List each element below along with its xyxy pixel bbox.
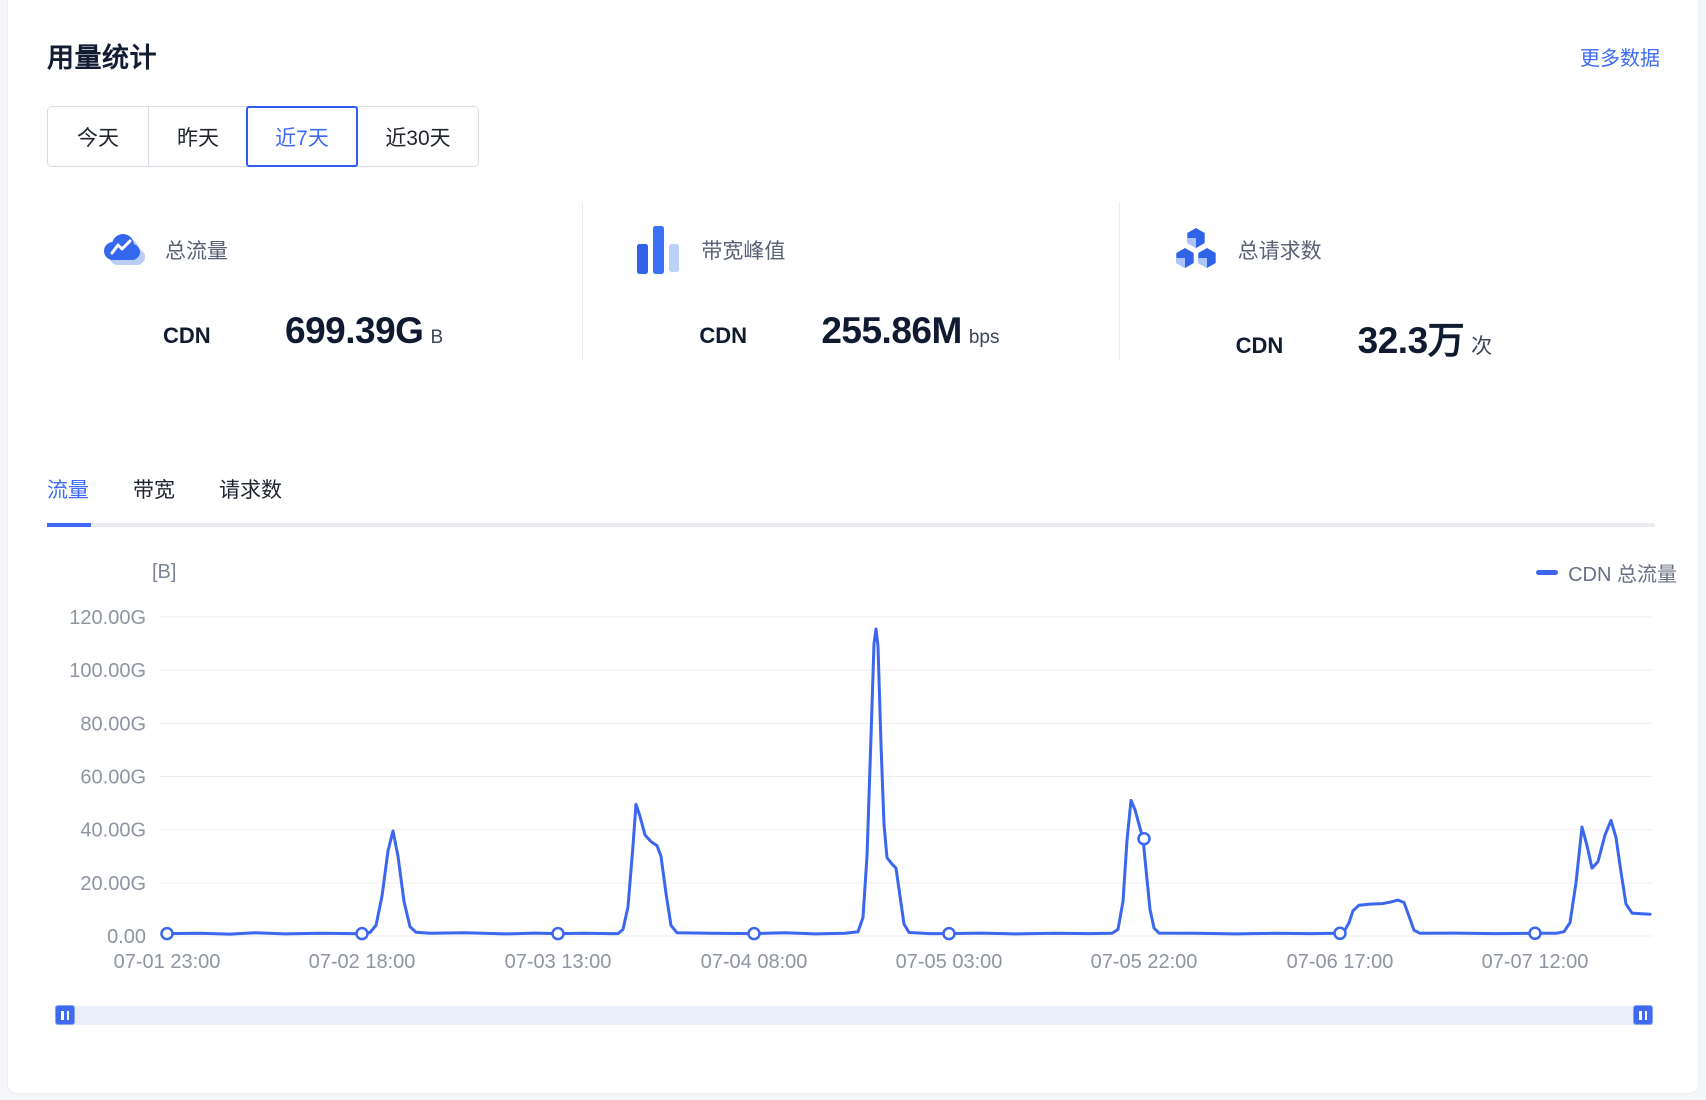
tab-track: [47, 523, 1655, 527]
page-title: 用量统计: [47, 36, 157, 75]
data-point-marker: [162, 928, 173, 939]
y-axis-tick-label: 60.00G: [80, 767, 146, 789]
stat-product: CDN: [699, 323, 821, 349]
x-axis-tick-label: 07-01 23:00: [114, 951, 221, 973]
stat-product: CDN: [1236, 333, 1358, 359]
active-tab-indicator: [47, 523, 91, 527]
x-axis-tick-label: 07-04 08:00: [701, 951, 808, 973]
y-axis-tick-label: 20.00G: [80, 873, 146, 895]
stat-label: 带宽峰值: [701, 235, 785, 265]
range-tab-last7days[interactable]: 近7天: [246, 106, 358, 167]
tab-bandwidth[interactable]: 带宽: [133, 474, 175, 514]
x-axis-tick-label: 07-03 13:00: [505, 951, 612, 973]
tab-requests[interactable]: 请求数: [219, 474, 282, 514]
y-axis-tick-label: 100.00G: [69, 660, 146, 682]
data-point-marker: [357, 928, 368, 939]
datazoom-right-handle[interactable]: [1633, 1005, 1653, 1025]
data-point-marker: [1530, 928, 1541, 939]
stat-card-peak-bandwidth: 带宽峰值 CDN 255.86M bps: [582, 202, 1118, 360]
request-cubes-icon: [1172, 226, 1220, 274]
stat-label: 总流量: [165, 235, 228, 265]
data-point-marker: [1335, 928, 1346, 939]
stat-product: CDN: [163, 323, 285, 349]
data-point-marker: [749, 928, 760, 939]
stat-card-total-requests: 总请求数 CDN 32.3万 次: [1119, 202, 1655, 360]
more-data-link[interactable]: 更多数据: [1580, 42, 1660, 71]
tab-traffic[interactable]: 流量: [47, 474, 89, 514]
pause-icon: [60, 1011, 71, 1020]
metric-tabs: 流量 带宽 请求数: [47, 474, 326, 514]
pause-icon: [1638, 1011, 1649, 1020]
x-axis-tick-label: 07-07 12:00: [1482, 951, 1589, 973]
stat-value: 699.39G: [285, 310, 423, 352]
stat-label: 总请求数: [1238, 235, 1322, 265]
stat-value: 32.3万: [1358, 310, 1465, 364]
range-tab-yesterday[interactable]: 昨天: [148, 107, 247, 166]
y-axis-tick-label: 120.00G: [69, 607, 146, 629]
datazoom-left-handle[interactable]: [55, 1005, 75, 1025]
stat-unit: bps: [969, 327, 1000, 349]
x-axis-tick-label: 07-05 22:00: [1091, 951, 1198, 973]
cloud-traffic-icon: [99, 226, 147, 274]
data-point-marker: [553, 928, 564, 939]
stat-unit: B: [430, 327, 443, 349]
time-range-tabs: 今天 昨天 近7天 近30天: [47, 106, 479, 167]
datazoom-slider-track[interactable]: [56, 1006, 1652, 1025]
traffic-line-chart[interactable]: 120.00G 100.00G 80.00G 60.00G 40.00G 20.00G 0.…: [0, 540, 1706, 990]
stat-value: 255.86M: [821, 310, 962, 352]
y-axis-tick-label: 80.00G: [80, 713, 146, 735]
data-point-marker: [1139, 833, 1150, 844]
stat-unit: 次: [1471, 330, 1492, 360]
bandwidth-bars-icon: [635, 226, 683, 274]
stat-card-total-traffic: 总流量 CDN 699.39G B: [47, 202, 582, 360]
range-tab-last30days[interactable]: 近30天: [357, 107, 478, 166]
series-line-cdn-total-traffic: [167, 629, 1650, 934]
range-tab-today[interactable]: 今天: [48, 107, 148, 166]
x-axis-tick-label: 07-06 17:00: [1287, 951, 1394, 973]
stats-row: 总流量 CDN 699.39G B 带宽峰值 CDN: [47, 202, 1655, 360]
x-axis-tick-label: 07-02 18:00: [309, 951, 416, 973]
x-axis-tick-label: 07-05 03:00: [896, 951, 1003, 973]
y-axis-tick-label: 40.00G: [80, 820, 146, 842]
y-axis-tick-label: 0.00: [107, 926, 146, 948]
data-point-marker: [944, 928, 955, 939]
